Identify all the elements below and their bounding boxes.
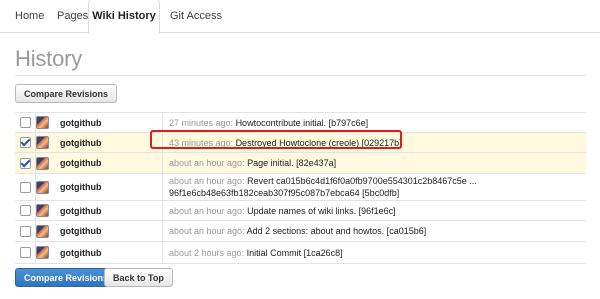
revision-message[interactable]: Initial Commit [1ca26c8] — [247, 248, 343, 258]
tab-git-access[interactable]: Git Access — [170, 0, 222, 32]
revision-message-cell: about an hour ago: Page initial. [82e437… — [162, 152, 586, 174]
page-title: History — [15, 46, 83, 71]
tab-wiki-history[interactable]: Wiki History — [88, 0, 160, 34]
revision-author[interactable]: gotgithub — [56, 200, 163, 221]
revision-checkbox[interactable] — [19, 205, 31, 217]
revision-message-cell: about an hour ago: Revert ca015b6c4d1f6f… — [162, 173, 586, 201]
revision-checkbox[interactable] — [19, 181, 31, 193]
table-row: gotgithub about an hour ago: Page initia… — [15, 152, 586, 174]
revision-message-cell: about an hour ago: Add 2 sections: about… — [162, 220, 586, 242]
avatar — [36, 116, 49, 129]
annotation-highlight-box — [150, 130, 402, 149]
avatar — [36, 246, 49, 259]
title-divider — [15, 75, 586, 76]
revision-checkbox[interactable] — [19, 117, 31, 129]
revision-time: about an hour ago: — [169, 158, 245, 168]
revision-author[interactable]: gotgithub — [56, 132, 163, 153]
back-to-top-button[interactable]: Back to Top — [104, 268, 173, 287]
wiki-tabs: Home Pages Wiki History Git Access — [0, 0, 600, 34]
revision-time: about an hour ago: — [169, 176, 245, 186]
tab-home[interactable]: Home — [15, 0, 44, 32]
revision-checkbox[interactable] — [19, 247, 31, 259]
table-row: gotgithub about an hour ago: Add 2 secti… — [15, 220, 586, 242]
table-row: gotgithub about an hour ago: Update name… — [15, 200, 586, 221]
revision-author[interactable]: gotgithub — [56, 220, 163, 242]
revision-author[interactable]: gotgithub — [56, 173, 163, 201]
revision-author[interactable]: gotgithub — [56, 152, 163, 174]
table-row: gotgithub about an hour ago: Revert ca01… — [15, 173, 586, 201]
revision-message-cell: about an hour ago: Update names of wiki … — [162, 200, 586, 221]
avatar — [36, 224, 49, 238]
avatar — [36, 136, 49, 149]
avatar — [36, 204, 49, 217]
revision-message-line2[interactable]: 96f1e6cb48e63fb182ceab307f95c087b7ebca64… — [169, 188, 399, 198]
revision-time: about an hour ago: — [169, 205, 245, 216]
revision-time: about 2 hours ago: — [169, 247, 245, 258]
revision-checkbox[interactable] — [19, 225, 31, 237]
revision-author[interactable]: gotgithub — [56, 112, 163, 133]
revision-message-cell: about 2 hours ago: Initial Commit [1ca26… — [162, 241, 586, 264]
avatar — [36, 180, 49, 194]
revision-author[interactable]: gotgithub — [56, 241, 163, 264]
revision-message[interactable]: Revert ca015b6c4d1f6f0a0fb9700e554301c2b… — [247, 176, 477, 186]
tab-pages[interactable]: Pages — [57, 0, 88, 32]
avatar — [36, 156, 49, 170]
revision-message[interactable]: Page initial. [82e437a] — [247, 158, 336, 168]
compare-revisions-button-bottom[interactable]: Compare Revisions — [15, 268, 118, 287]
revision-message[interactable]: Add 2 sections: about and howtos. [ca015… — [247, 226, 427, 236]
compare-revisions-button-top[interactable]: Compare Revisions — [15, 84, 118, 103]
revision-time: about an hour ago: — [169, 226, 245, 236]
revision-message[interactable]: Howtocontribute initial. [b797c6e] — [236, 118, 369, 128]
revision-time: 27 minutes ago: — [169, 117, 234, 128]
revision-checkbox[interactable] — [19, 157, 31, 169]
revision-checkbox[interactable] — [19, 137, 31, 149]
table-row: gotgithub about 2 hours ago: Initial Com… — [15, 241, 586, 264]
revision-message[interactable]: Update names of wiki links. [96f1e6c] — [247, 206, 396, 216]
